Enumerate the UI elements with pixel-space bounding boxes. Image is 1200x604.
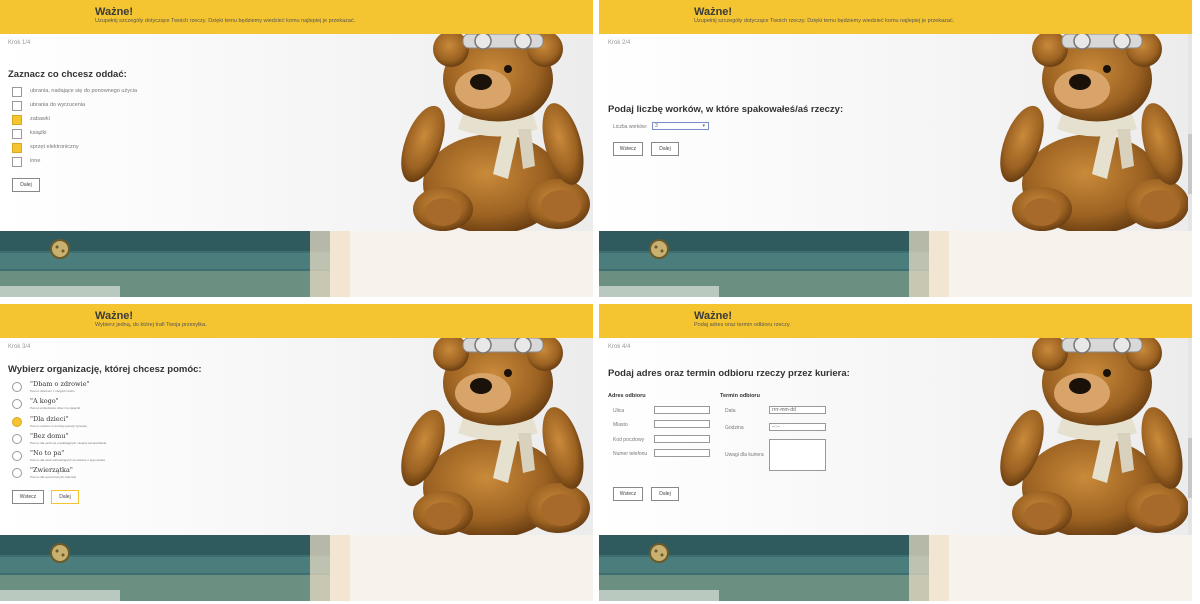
checkbox-label: zabawki [30,116,50,122]
checkbox-other[interactable] [12,157,22,167]
street-input[interactable] [654,406,710,414]
sweater-image [0,535,593,601]
banner-subtitle: Podaj adres oraz termin odbioru rzeczy. [694,322,791,328]
banner-subtitle: Wybierz jedną, do której trafi Twoja prz… [95,322,207,328]
org-name: "Dbam o zdrowie" [30,380,90,388]
checkbox-books[interactable] [12,129,22,139]
hour-input[interactable]: --:-- [769,423,826,431]
next-button[interactable]: Dalej [12,178,40,192]
bags-label: Liczba worków: [613,124,648,130]
notes-textarea[interactable] [769,439,826,471]
step4-panel: Ważne! Podaj adres oraz termin odbioru r… [599,304,1192,601]
sweater-image [0,231,593,297]
date-label: Data [725,408,736,414]
org-desc: Pomoc dzieciom z ubogich rodzin [30,389,75,393]
org-desc: Pomoc dla osób odchodzących na zawsze z … [30,458,105,462]
form-heading: Zaznacz co chcesz oddać: [8,69,127,80]
checkbox-clothes-reusable[interactable] [12,87,22,97]
important-banner: Ważne! Uzupełnij szczegóły dotyczące Two… [599,0,1192,34]
checkbox-toys[interactable] [12,115,22,125]
banner-title: Ważne! [95,310,134,322]
radio-org-4[interactable] [12,434,22,444]
city-label: Miasto [613,422,628,428]
notes-label: Uwagi dla kuriera [725,452,764,458]
form-heading: Podaj liczbę worków, w które spakowałeś/… [608,104,844,115]
step-indicator: Krok 2/4 [608,40,631,46]
step1-panel: Ważne! Uzupełnij szczegóły dotyczące Two… [0,0,593,297]
teddy-bear-image [982,338,1192,535]
banner-subtitle: Uzupełnij szczegóły dotyczące Twoich rze… [95,18,356,24]
back-button[interactable]: Wstecz [613,142,643,156]
org-name: "Zwierzątka" [30,466,73,474]
date-input[interactable]: rrrr-mm-dd [769,406,826,414]
banner-title: Ważne! [694,6,733,18]
bags-select[interactable]: 3 ▾ [652,122,709,130]
org-name: "A kogo" [30,397,59,405]
important-banner: Ważne! Wybierz jedną, do której trafi Tw… [0,304,593,338]
sweater-image [599,535,1192,601]
checkbox-label: ubrania, nadające się do ponownego użyci… [30,88,138,94]
form-heading: Podaj adres oraz termin odbioru rzeczy p… [608,368,850,379]
hour-label: Godzina [725,425,744,431]
back-button[interactable]: Wstecz [12,490,44,504]
checkbox-label: książki [30,130,47,136]
term-section-title: Termin odbioru [720,393,760,399]
org-name: "Bez domu" [30,432,69,440]
form-area: Krok 3/4 Wybierz organizację, której chc… [0,338,593,535]
checkbox-label: inne [30,158,41,164]
sweater-image [599,231,1192,297]
checkbox-electronics[interactable] [12,143,22,153]
chevron-down-icon: ▾ [702,123,705,129]
checkbox-label: ubrania do wyrzucenia [30,102,86,108]
checkbox-label: sprzęt elektroniczny [30,144,79,150]
next-button[interactable]: Dalej [51,490,79,504]
next-button[interactable]: Dalej [651,487,679,501]
teddy-bear-image [383,34,593,231]
radio-org-6[interactable] [12,468,22,478]
scrollbar-thumb[interactable] [1188,134,1192,194]
org-name: "Dla dzieci" [30,415,69,423]
phone-label: Numer telefonu [613,451,648,457]
postcode-label: Kod pocztowy [613,437,645,443]
important-banner: Ważne! Podaj adres oraz termin odbioru r… [599,304,1192,338]
back-button[interactable]: Wstecz [613,487,643,501]
step-indicator: Krok 4/4 [608,344,631,350]
form-heading: Wybierz organizację, której chcesz pomóc… [8,364,202,375]
scrollbar-thumb[interactable] [1188,438,1192,498]
teddy-bear-image [982,34,1192,231]
banner-title: Ważne! [694,310,733,322]
postcode-input[interactable] [654,435,710,443]
radio-org-1[interactable] [12,382,22,392]
step-indicator: Krok 3/4 [8,344,31,350]
org-desc: Pomoc dla opuszczonych zwierząt [30,475,76,479]
radio-org-2[interactable] [12,399,22,409]
org-desc: Pomoc wybudzaniu dzieci ze śpiączki [30,406,81,410]
teddy-bear-image [383,338,593,535]
bags-value: 3 [655,123,658,129]
form-area: Krok 2/4 Podaj liczbę worków, w które sp… [599,34,1192,231]
step3-panel: Ważne! Wybierz jedną, do której trafi Tw… [0,304,593,601]
banner-title: Ważne! [95,6,134,18]
phone-input[interactable] [654,449,710,457]
form-area: Krok 1/4 Zaznacz co chcesz oddać: ubrani… [0,34,593,231]
address-section-title: Adres odbioru [608,393,646,399]
radio-org-3[interactable] [12,417,22,427]
radio-org-5[interactable] [12,451,22,461]
street-label: Ulica [613,408,625,414]
banner-subtitle: Uzupełnij szczegóły dotyczące Twoich rze… [694,18,955,24]
important-banner: Ważne! Uzupełnij szczegóły dotyczące Two… [0,0,593,34]
next-button[interactable]: Dalej [651,142,679,156]
step2-panel: Ważne! Uzupełnij szczegóły dotyczące Two… [599,0,1192,297]
org-desc: Pomoc osobom w trudnej sytuacji życiowej [30,424,87,428]
form-area: Krok 4/4 Podaj adres oraz termin odbioru… [599,338,1192,535]
step-indicator: Krok 1/4 [8,40,31,46]
org-name: "No to pa" [30,449,65,457]
city-input[interactable] [654,420,710,428]
checkbox-clothes-waste[interactable] [12,101,22,111]
org-desc: Pomoc dla osób nie posiadających miejsca… [30,441,107,445]
